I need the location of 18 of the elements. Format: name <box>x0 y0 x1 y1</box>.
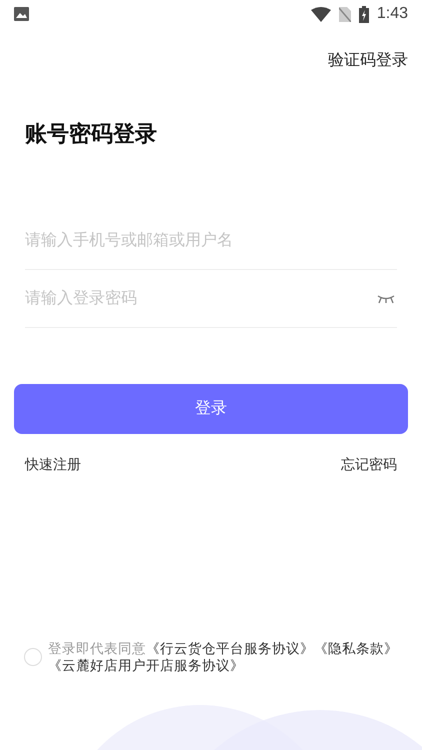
agreement-link[interactable]: 《行云货仓平台服务协议》 <box>146 641 314 656</box>
eye-closed-icon[interactable] <box>377 295 395 304</box>
status-time: 1:43 <box>376 4 408 24</box>
page-title: 账号密码登录 <box>24 120 158 148</box>
agreement-link[interactable]: 《云麓好店用户开店服务协议》 <box>48 658 244 673</box>
login-button[interactable]: 登录 <box>14 384 408 434</box>
agreement-link[interactable]: 《隐私条款》 <box>314 641 398 656</box>
register-link[interactable]: 快速注册 <box>25 454 81 475</box>
verification-code-login-link[interactable]: 验证码登录 <box>328 49 408 73</box>
battery-charging-icon <box>358 6 369 22</box>
forgot-password-link[interactable]: 忘记密码 <box>341 454 397 475</box>
account-field[interactable]: 请输入手机号或邮箱或用户名 <box>25 212 397 270</box>
password-field[interactable]: 请输入登录密码 <box>25 270 397 328</box>
agreement-text: 登录即代表同意《行云货仓平台服务协议》《隐私条款》 《云麓好店用户开店服务协议》 <box>48 640 398 674</box>
wifi-icon <box>310 6 331 22</box>
no-sim-icon <box>338 6 351 22</box>
image-icon <box>14 7 29 21</box>
agreement-checkbox[interactable] <box>24 648 42 666</box>
